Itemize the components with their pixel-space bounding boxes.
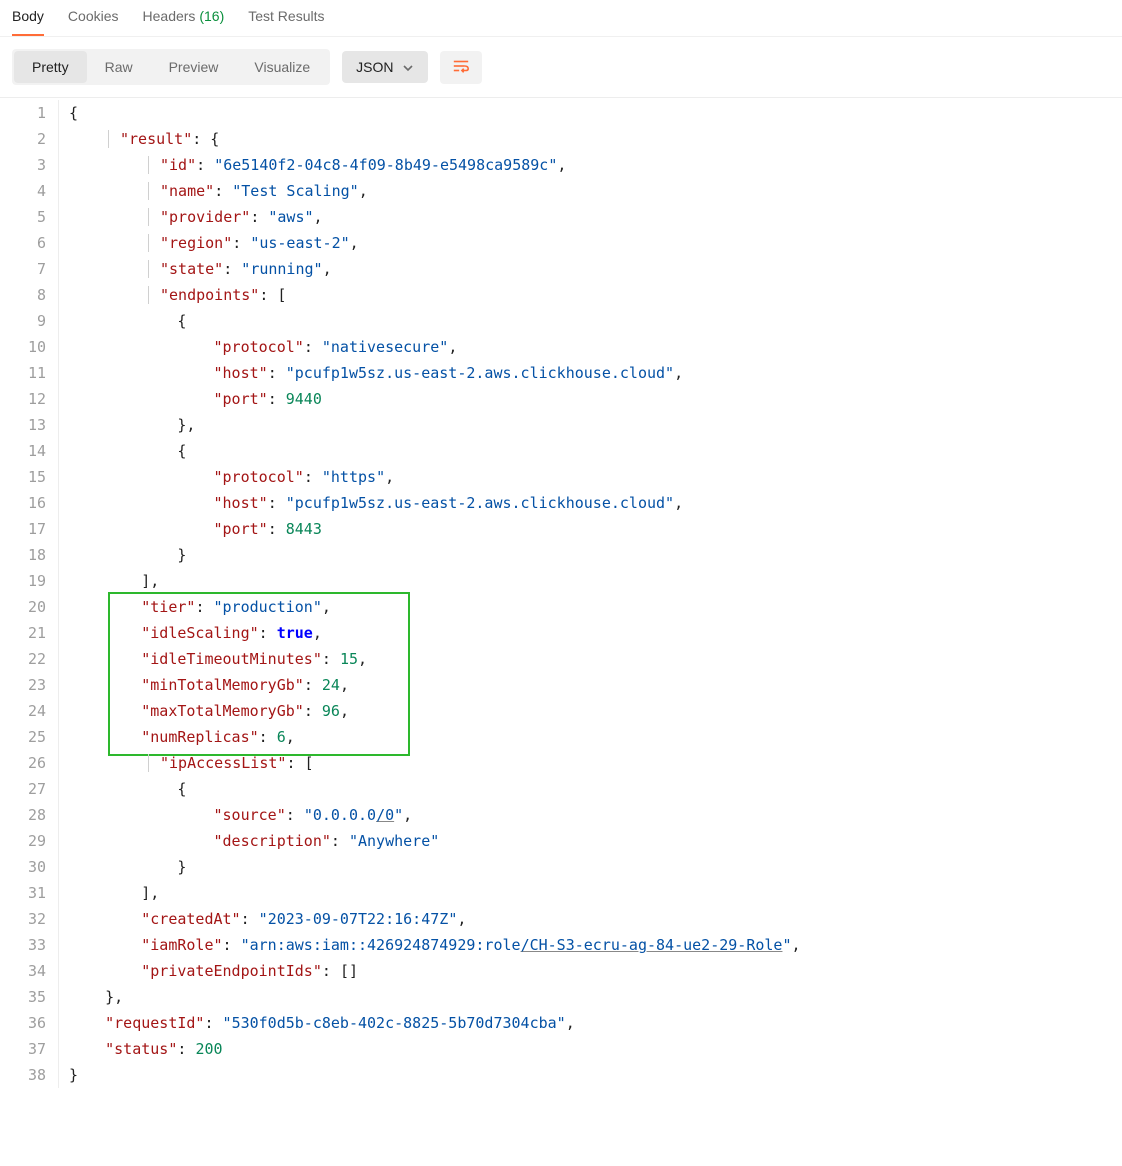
view-tab-pretty[interactable]: Pretty — [14, 51, 87, 83]
view-tab-preview[interactable]: Preview — [151, 51, 237, 83]
tab-headers-label: Headers — [143, 8, 196, 24]
view-mode-tabs: Pretty Raw Preview Visualize — [12, 49, 330, 85]
tab-test-results[interactable]: Test Results — [248, 0, 324, 36]
code-body[interactable]: { "result": { "id": "6e5140f2-04c8-4f09-… — [58, 98, 1122, 1096]
view-tab-visualize[interactable]: Visualize — [236, 51, 328, 83]
view-tab-raw[interactable]: Raw — [87, 51, 151, 83]
wrap-lines-icon — [452, 59, 470, 76]
tab-headers-count: (16) — [199, 8, 224, 24]
tab-cookies[interactable]: Cookies — [68, 0, 119, 36]
format-select-label: JSON — [356, 59, 393, 75]
body-toolbar: Pretty Raw Preview Visualize JSON — [0, 37, 1122, 97]
response-tabs: Body Cookies Headers (16) Test Results — [0, 0, 1122, 37]
tab-headers[interactable]: Headers (16) — [143, 0, 225, 36]
line-number-gutter: 1234567891011121314151617181920212223242… — [0, 98, 58, 1096]
chevron-down-icon — [402, 61, 414, 73]
wrap-lines-button[interactable] — [440, 51, 482, 84]
format-select[interactable]: JSON — [342, 51, 427, 83]
tab-body[interactable]: Body — [12, 0, 44, 36]
response-code: 1234567891011121314151617181920212223242… — [0, 97, 1122, 1096]
